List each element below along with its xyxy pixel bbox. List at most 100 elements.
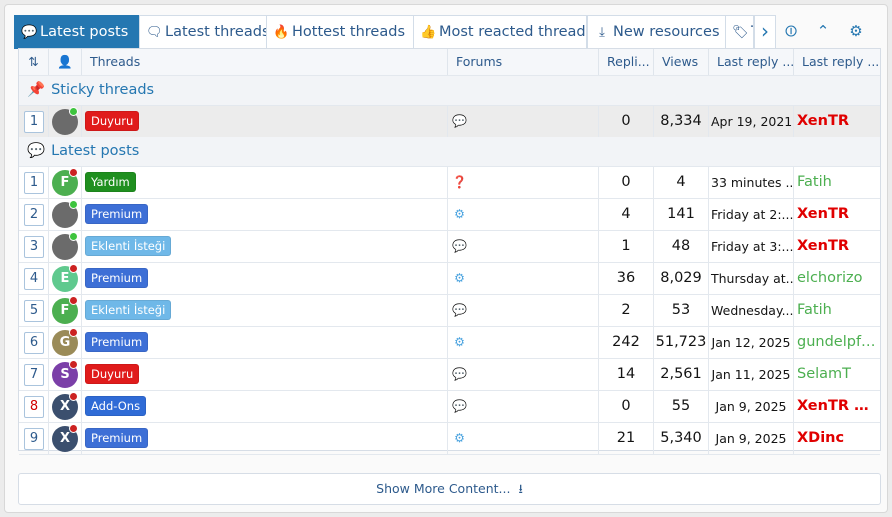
tab-new-resources[interactable]: ⤓ New resources	[587, 15, 726, 49]
table-row[interactable]: 2Premium[XTR] User Stats⚙XenTR Premium41…	[19, 199, 880, 231]
last-reply-user-link[interactable]: XenTR	[794, 199, 880, 230]
row-number-cell: 3	[19, 231, 49, 262]
last-reply-user-link[interactable]: XenTR	[794, 231, 880, 262]
last-reply-date[interactable]: 33 minutes ...	[709, 167, 794, 198]
last-reply-date[interactable]: Friday at 2:...	[709, 199, 794, 230]
toggle-icon[interactable]: ⏼	[779, 15, 803, 49]
forum-link[interactable]: 💬News & Announ...	[451, 106, 596, 137]
gear-icon[interactable]: ⚙	[843, 15, 869, 49]
thread-cell: Eklenti İsteği❤Teşekkürler Mesaj Butonu?…	[82, 231, 448, 262]
last-reply-user-link[interactable]: Fatih	[794, 167, 880, 198]
forum-link[interactable]: ⚙XenTR Premium	[451, 423, 596, 454]
tab-label: Hottest threads	[292, 24, 405, 40]
thread-prefix-badge[interactable]: Eklenti İsteği	[85, 236, 172, 256]
thread-prefix-badge[interactable]: Eklenti İsteği	[85, 300, 172, 320]
forum-link[interactable]: 💬Third-Party Servi...	[451, 231, 596, 262]
tab-latest-threads[interactable]: 🗨 Latest threads	[139, 15, 267, 49]
collapse-icon[interactable]: ⌃	[811, 15, 835, 49]
thread-prefix-badge[interactable]: Premium	[85, 268, 149, 288]
forum-link[interactable]: ❓Frequently Aske...	[451, 167, 596, 198]
thread-prefix-badge[interactable]: Premium	[85, 204, 149, 224]
thread-prefix-badge[interactable]: Premium	[85, 332, 149, 352]
last-reply-date[interactable]: Wednesday...	[709, 295, 794, 326]
forum-link[interactable]: ⚙XenTR Premium	[451, 263, 596, 294]
avatar-cell	[49, 231, 82, 262]
replies-count: 2	[599, 295, 654, 326]
sort-icon[interactable]: ⇅	[19, 49, 49, 75]
replies-count: 0	[599, 106, 654, 137]
last-reply-date[interactable]: Friday at 3:...	[709, 231, 794, 262]
row-number: 8	[24, 396, 44, 418]
row-number: 7	[24, 364, 44, 386]
table-row[interactable]: 1FYardımSayfalarda dinamik arama ❓Frequen…	[19, 167, 880, 199]
last-reply-date[interactable]: Apr 19, 2021	[709, 106, 794, 137]
last-reply-date[interactable]: Jan 9, 2025	[709, 423, 794, 454]
header-forums[interactable]: Forums	[448, 49, 599, 75]
table-row[interactable]: 4EPremium[XTR] User Group Avatar Frame ⚙X…	[19, 263, 880, 295]
tab-hottest-threads[interactable]: 🔥 Hottest threads	[266, 15, 414, 49]
tab-label: Latest posts	[40, 24, 129, 40]
replies-count: 0	[599, 391, 654, 422]
forum-link[interactable]: 💬News & Announ...	[451, 359, 596, 390]
forum-link[interactable]: ⚙XenTR Premium	[451, 327, 596, 358]
tab-most-reacted-threads[interactable]: 👍 Most reacted threads	[413, 15, 587, 49]
tab-t[interactable]: 🏷T	[725, 15, 754, 49]
thread-prefix-badge[interactable]: Add-Ons	[85, 396, 147, 416]
user-column-icon: 👤	[49, 49, 82, 75]
header-views[interactable]: Views	[654, 49, 709, 75]
last-reply-date[interactable]: Jan 12, 2025	[709, 327, 794, 358]
last-reply-user-link[interactable]: gundelpfa...	[794, 327, 880, 358]
section-title: Sticky threads	[51, 82, 155, 98]
views-count: 141	[654, 199, 709, 230]
thread-prefix-badge[interactable]: Duyuru	[85, 111, 140, 131]
table-row[interactable]: 3 Eklenti İsteği❤Teşekkürler Mesaj Butonu…	[19, 231, 880, 263]
table-row[interactable]: 8XAdd-Ons[XTR] Conversation Management 1…	[19, 391, 880, 423]
table-row[interactable]: 6GPremium[XTR] FTSLider - Featured Threa…	[19, 327, 880, 359]
last-reply-date[interactable]: Jan 11, 2025	[709, 359, 794, 390]
table-header: ⇅ 👤 Threads Forums Repli... Views Last r…	[19, 49, 880, 76]
last-reply-user-link[interactable]: SelamT	[794, 359, 880, 390]
forum-cell: 💬News & Announ...	[448, 359, 599, 390]
chevron-right-icon[interactable]: ›	[754, 15, 776, 49]
online-status-icon	[69, 328, 78, 337]
thread-prefix-badge[interactable]: Duyuru	[85, 364, 140, 384]
forum-link[interactable]: 💬Third-Party Servi...	[451, 295, 596, 326]
table-row[interactable]: 5FEklenti İsteğiYapay Zeka Eklentisi Arı…	[19, 295, 880, 327]
avatar-cell: G	[49, 327, 82, 358]
last-reply-user-link[interactable]: Fatih	[794, 295, 880, 326]
show-more-button[interactable]: Show More Content... ⭳	[18, 473, 881, 505]
views-count: 4	[654, 167, 709, 198]
table-row[interactable]: 1 DuyuruÜye Kayıt ve Onay Süreçleri - Reg…	[19, 106, 880, 138]
tab-latest-posts[interactable]: 💬 Latest posts	[14, 15, 140, 49]
avatar-cell: X	[49, 391, 82, 422]
last-reply-user-link[interactable]: XenTR	[794, 106, 880, 137]
views-count: 5,340	[654, 423, 709, 454]
online-status-icon	[69, 392, 78, 401]
forum-link[interactable]: ⚙XenTR Premium	[451, 199, 596, 230]
last-reply-date[interactable]: Jan 9, 2025	[709, 391, 794, 422]
header-last-reply-date[interactable]: Last reply ...	[709, 49, 794, 75]
last-reply-date[interactable]: Thursday at...	[709, 263, 794, 294]
section-title: Latest posts	[51, 143, 140, 159]
views-count: 51,723	[654, 327, 709, 358]
thread-prefix-badge[interactable]: Premium	[85, 428, 149, 448]
last-reply-user-link[interactable]: elchorizo	[794, 263, 880, 294]
avatar-cell: F	[49, 167, 82, 198]
forum-icon: 💬	[452, 114, 467, 128]
tab-label: Latest threads	[165, 24, 267, 40]
row-number: 6	[24, 332, 44, 354]
thread-cell: YardımSayfalarda dinamik arama	[82, 167, 448, 198]
header-last-reply-user[interactable]: Last reply ...	[794, 49, 880, 75]
forum-cell: ⚙XenTR Premium	[448, 263, 599, 294]
forum-link[interactable]: 💬XenForo Add-on...	[451, 391, 596, 422]
last-reply-user-link[interactable]: XenTR Of...	[794, 391, 880, 422]
last-reply-user-link[interactable]: XDinc	[794, 423, 880, 454]
table-row[interactable]: 9XPremium[XTR] Chart Statistics ⚙XenTR Pr…	[19, 423, 880, 455]
tab-bar: 💬 Latest posts 🗨 Latest threads 🔥 Hottest thr…	[14, 15, 881, 49]
table-row[interactable]: 7SDuyuruGelişmiş Forum İstatistikleri Ha…	[19, 359, 880, 391]
header-threads[interactable]: Threads	[82, 49, 448, 75]
thread-title-wrap: DuyuruÜye Kayıt ve Onay Süreçleri - Regi…	[85, 106, 443, 137]
thread-prefix-badge[interactable]: Yardım	[85, 172, 136, 192]
header-replies[interactable]: Repli...	[599, 49, 654, 75]
online-status-icon	[69, 107, 78, 116]
